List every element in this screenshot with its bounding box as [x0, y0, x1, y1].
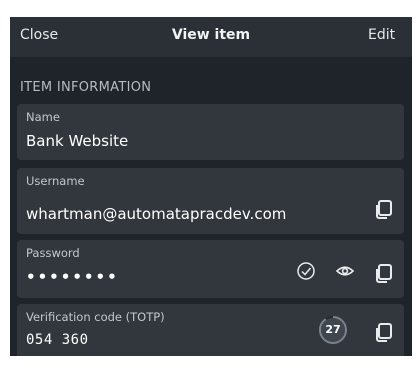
name-label: Name: [26, 110, 60, 124]
copy-icon: [376, 200, 392, 219]
eye-icon: [335, 266, 355, 276]
header-bar: Close View item Edit: [10, 17, 412, 57]
name-field: Name Bank Website: [17, 104, 404, 160]
check-password-button[interactable]: [292, 257, 320, 285]
page-title: View item: [171, 27, 251, 43]
totp-value: 054 360: [26, 332, 89, 348]
totp-label: Verification code (TOTP): [26, 310, 165, 324]
username-field: Username whartman@automatapracdev.com: [17, 168, 404, 234]
copy-icon: [376, 323, 392, 342]
copy-password-button[interactable]: [370, 259, 398, 287]
copy-totp-button[interactable]: [370, 318, 398, 346]
password-value: ••••••••: [26, 268, 119, 286]
check-circle-icon: [297, 262, 315, 280]
copy-username-button[interactable]: [370, 195, 398, 223]
totp-seconds-remaining: 27: [325, 323, 341, 336]
totp-timer: 27: [318, 315, 348, 345]
copy-icon: [376, 264, 392, 283]
section-title: ITEM INFORMATION: [20, 80, 152, 95]
password-field: Password ••••••••: [17, 240, 404, 298]
username-value: whartman@automatapracdev.com: [26, 205, 287, 223]
view-item-panel: Close View item Edit ITEM INFORMATION Na…: [10, 17, 412, 356]
password-label: Password: [26, 246, 80, 260]
toggle-password-visibility-button[interactable]: [331, 257, 359, 285]
name-value: Bank Website: [26, 132, 129, 150]
totp-field: Verification code (TOTP) 054 360 27: [17, 304, 404, 356]
edit-button[interactable]: Edit: [368, 27, 395, 43]
username-label: Username: [26, 174, 85, 188]
